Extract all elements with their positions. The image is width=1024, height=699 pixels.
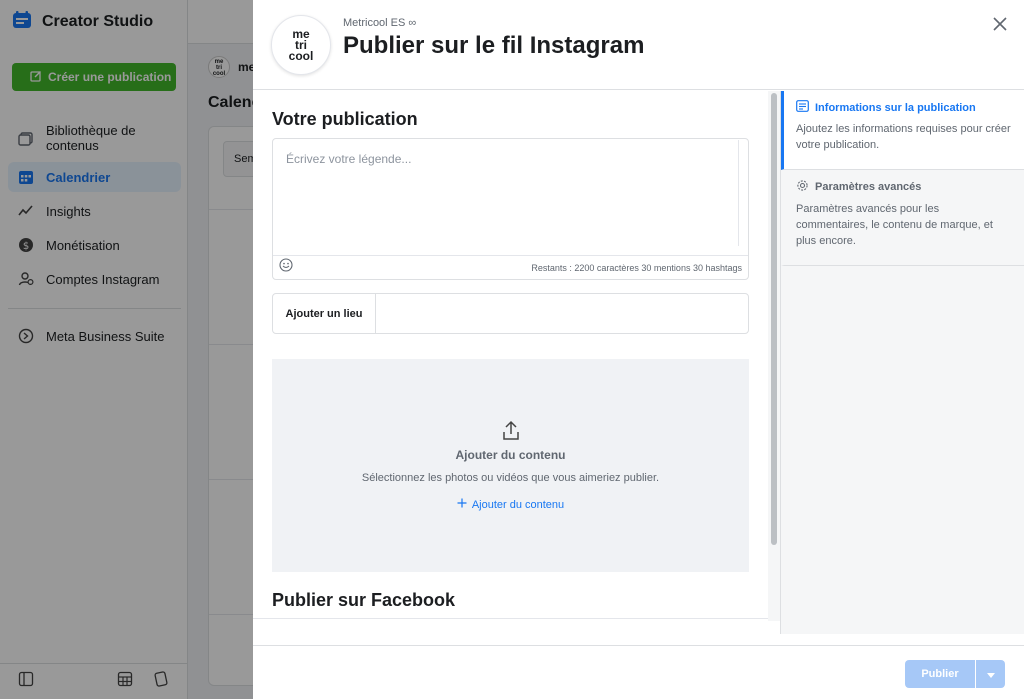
dialog-body: Votre publication Restants : 2200 caract…	[253, 91, 1024, 645]
step-header: Informations sur la publication	[796, 100, 1014, 115]
logo-line: cool	[288, 48, 314, 63]
post-form: Votre publication Restants : 2200 caract…	[253, 91, 768, 621]
metricool-logo: me tri cool	[271, 15, 331, 75]
publish-instagram-dialog: me tri cool Metricool ES ∞ Publier sur l…	[253, 0, 1024, 699]
account-name: Metricool ES ∞	[343, 17, 417, 29]
add-content-link[interactable]: Ajouter du contenu	[457, 498, 564, 511]
caption-input[interactable]	[274, 140, 739, 246]
steps-panel: Informations sur la publication Ajoutez …	[781, 91, 1024, 634]
scrollbar-thumb[interactable]	[771, 93, 777, 545]
post-info-icon	[796, 100, 809, 115]
step-title: Paramètres avancés	[815, 181, 922, 193]
facebook-options-peek	[253, 618, 768, 621]
caption-footer: Restants : 2200 caractères 30 mentions 3…	[273, 255, 748, 279]
upload-title: Ajouter du contenu	[455, 448, 566, 462]
upload-icon	[501, 420, 521, 442]
step-title: Informations sur la publication	[815, 101, 976, 114]
upload-description: Sélectionnez les photos ou vidéos que vo…	[361, 472, 660, 484]
section-title-publication: Votre publication	[272, 109, 418, 129]
caption-box: Restants : 2200 caractères 30 mentions 3…	[272, 138, 749, 280]
form-scrollbar[interactable]	[768, 91, 780, 621]
upload-dropzone[interactable]: Ajouter du contenu Sélectionnez les phot…	[272, 359, 749, 572]
step-advanced-settings[interactable]: Paramètres avancés Paramètres avancés po…	[781, 170, 1024, 266]
add-content-label: Ajouter du contenu	[471, 498, 565, 511]
dialog-header: me tri cool Metricool ES ∞ Publier sur l…	[253, 0, 1024, 90]
gear-icon	[796, 179, 809, 195]
step-description: Paramètres avancés pour les commentaires…	[796, 203, 993, 247]
step-header: Paramètres avancés	[796, 179, 1014, 195]
location-input[interactable]	[376, 294, 748, 333]
chevron-down-icon	[986, 665, 995, 683]
location-field: Ajouter un lieu	[272, 293, 749, 334]
emoji-icon[interactable]	[279, 258, 293, 277]
step-description: Ajoutez les informations requises pour c…	[796, 123, 1011, 151]
publish-options-button[interactable]	[976, 660, 1005, 688]
dialog-title: Publier sur le fil Instagram	[343, 32, 645, 59]
publish-button[interactable]: Publier	[905, 660, 975, 688]
plus-icon	[457, 498, 467, 511]
step-post-info[interactable]: Informations sur la publication Ajoutez …	[781, 91, 1024, 170]
dialog-footer: Publier	[253, 645, 1024, 699]
section-title-facebook: Publier sur Facebook	[272, 590, 456, 610]
location-label: Ajouter un lieu	[273, 294, 376, 333]
close-icon[interactable]	[990, 14, 1010, 34]
caption-counter: Restants : 2200 caractères 30 mentions 3…	[531, 262, 742, 273]
